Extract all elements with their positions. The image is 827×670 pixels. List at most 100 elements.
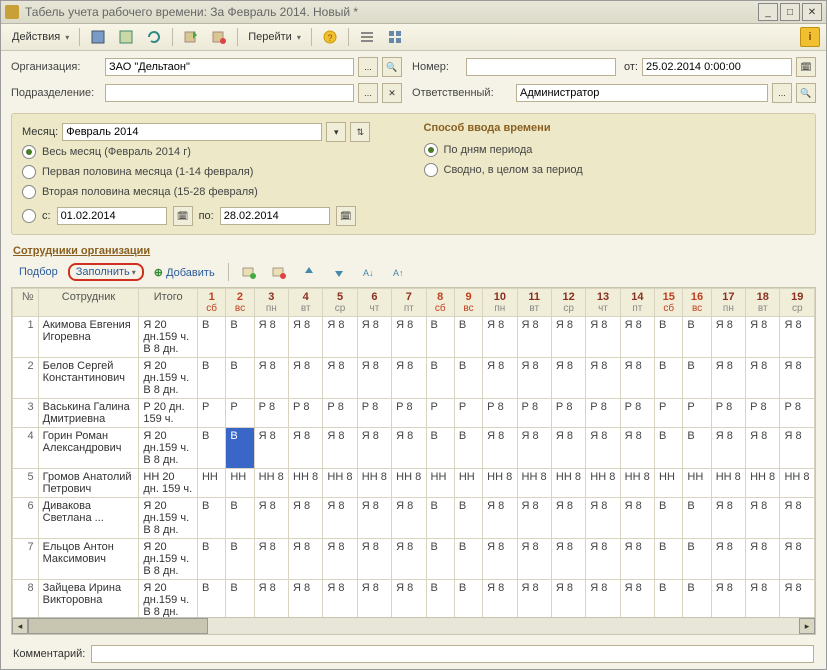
period-to-input[interactable] <box>220 207 330 225</box>
day-cell[interactable]: Я 8 <box>392 317 426 358</box>
move-down-icon[interactable] <box>326 261 352 283</box>
day-cell[interactable]: В <box>426 358 454 399</box>
day-cell[interactable]: В <box>226 317 254 358</box>
day-cell[interactable]: Р <box>226 399 254 428</box>
day-cell[interactable]: В <box>426 317 454 358</box>
day-cell[interactable]: Я 8 <box>254 428 288 469</box>
date-from-input[interactable] <box>642 58 792 76</box>
table-row[interactable]: 4 Горин Роман Александрович Я 20 дн.159 … <box>13 428 815 469</box>
day-cell[interactable]: Я 8 <box>746 317 780 358</box>
col-day-14[interactable]: 14пт <box>620 289 654 317</box>
day-cell[interactable]: В <box>683 358 711 399</box>
day-cell[interactable]: В <box>426 539 454 580</box>
day-cell[interactable]: Я 8 <box>392 539 426 580</box>
day-cell[interactable]: В <box>454 498 482 539</box>
day-cell[interactable]: В <box>454 317 482 358</box>
day-cell[interactable]: В <box>226 428 254 469</box>
org-search-icon[interactable]: 🔍 <box>382 57 402 77</box>
day-cell[interactable]: НН 8 <box>254 469 288 498</box>
day-cell[interactable]: Я 8 <box>586 580 620 618</box>
day-cell[interactable]: Я 8 <box>254 539 288 580</box>
day-cell[interactable]: НН <box>454 469 482 498</box>
day-cell[interactable]: НН 8 <box>780 469 815 498</box>
save-icon[interactable] <box>85 26 111 48</box>
day-cell[interactable]: В <box>655 358 683 399</box>
table-row[interactable]: 6 Дивакова Светлана ... Я 20 дн.159 ч. В… <box>13 498 815 539</box>
day-cell[interactable]: В <box>683 539 711 580</box>
day-cell[interactable]: Я 8 <box>357 498 391 539</box>
day-cell[interactable]: Я 8 <box>323 358 357 399</box>
day-cell[interactable]: НН 8 <box>357 469 391 498</box>
day-cell[interactable]: Я 8 <box>711 358 745 399</box>
day-cell[interactable]: НН 8 <box>323 469 357 498</box>
day-cell[interactable]: Р 8 <box>357 399 391 428</box>
day-cell[interactable]: Я 8 <box>517 358 551 399</box>
table-row[interactable]: 8 Зайцева Ирина Викторовна Я 20 дн.159 ч… <box>13 580 815 618</box>
dept-select-button[interactable]: ... <box>358 83 378 103</box>
day-cell[interactable]: В <box>226 580 254 618</box>
day-cell[interactable]: Я 8 <box>392 498 426 539</box>
day-cell[interactable]: Р 8 <box>392 399 426 428</box>
day-cell[interactable]: Я 8 <box>483 358 517 399</box>
day-cell[interactable]: Я 8 <box>289 317 323 358</box>
table-row[interactable]: 2 Белов Сергей Константинович Я 20 дн.15… <box>13 358 815 399</box>
add-row-icon[interactable] <box>236 261 262 283</box>
col-day-7[interactable]: 7пт <box>392 289 426 317</box>
day-cell[interactable]: Р <box>683 399 711 428</box>
resp-search-icon[interactable]: 🔍 <box>796 83 816 103</box>
day-cell[interactable]: Я 8 <box>392 428 426 469</box>
col-day-17[interactable]: 17пн <box>711 289 745 317</box>
col-day-4[interactable]: 4вт <box>289 289 323 317</box>
day-cell[interactable]: Я 8 <box>746 539 780 580</box>
day-cell[interactable]: В <box>683 317 711 358</box>
day-cell[interactable]: Я 8 <box>357 580 391 618</box>
day-cell[interactable]: Р 8 <box>620 399 654 428</box>
day-cell[interactable]: В <box>454 539 482 580</box>
horizontal-scrollbar[interactable]: ◂ ▸ <box>12 617 815 634</box>
day-cell[interactable]: В <box>197 317 225 358</box>
month-stepper-icon[interactable]: ⇅ <box>350 122 370 142</box>
sort-desc-icon[interactable]: A↑ <box>386 261 412 283</box>
day-cell[interactable]: Р <box>197 399 225 428</box>
day-cell[interactable]: Я 8 <box>357 358 391 399</box>
col-day-2[interactable]: 2вс <box>226 289 254 317</box>
day-cell[interactable]: Я 8 <box>780 580 815 618</box>
number-input[interactable] <box>466 58 616 76</box>
scroll-thumb[interactable] <box>28 618 208 634</box>
help-icon[interactable]: ? <box>317 26 343 48</box>
day-cell[interactable]: Я 8 <box>620 428 654 469</box>
col-employee[interactable]: Сотрудник <box>38 289 139 317</box>
info-badge[interactable]: i <box>800 27 820 47</box>
day-cell[interactable]: Я 8 <box>483 428 517 469</box>
day-cell[interactable]: Р 8 <box>323 399 357 428</box>
col-day-15[interactable]: 15сб <box>655 289 683 317</box>
day-cell[interactable]: Я 8 <box>780 498 815 539</box>
day-cell[interactable]: Я 8 <box>289 428 323 469</box>
day-cell[interactable]: В <box>683 498 711 539</box>
day-cell[interactable]: НН <box>197 469 225 498</box>
col-day-1[interactable]: 1сб <box>197 289 225 317</box>
sort-asc-icon[interactable]: A↓ <box>356 261 382 283</box>
day-cell[interactable]: НН 8 <box>711 469 745 498</box>
day-cell[interactable]: Я 8 <box>289 580 323 618</box>
table-row[interactable]: 3 Васькина Галина Дмитриевна Р 20 дн. 15… <box>13 399 815 428</box>
period-second-radio[interactable]: Вторая половина месяца (15-28 февраля) <box>22 182 404 202</box>
col-number[interactable]: № <box>13 289 39 317</box>
day-cell[interactable]: Я 8 <box>357 539 391 580</box>
day-cell[interactable]: Я 8 <box>357 428 391 469</box>
day-cell[interactable]: Р 8 <box>483 399 517 428</box>
day-cell[interactable]: Я 8 <box>254 358 288 399</box>
day-cell[interactable]: Я 8 <box>551 317 585 358</box>
month-input[interactable] <box>62 123 322 141</box>
day-cell[interactable]: В <box>197 580 225 618</box>
day-cell[interactable]: В <box>426 498 454 539</box>
day-cell[interactable]: Я 8 <box>746 498 780 539</box>
day-cell[interactable]: Р 8 <box>551 399 585 428</box>
day-cell[interactable]: В <box>655 317 683 358</box>
day-cell[interactable]: В <box>226 539 254 580</box>
day-cell[interactable]: НН 8 <box>746 469 780 498</box>
month-dropdown-icon[interactable]: ▾ <box>326 122 346 142</box>
col-day-18[interactable]: 18вт <box>746 289 780 317</box>
mode-summary-radio[interactable]: Сводно, в целом за период <box>424 160 806 180</box>
dept-clear-icon[interactable]: ✕ <box>382 83 402 103</box>
